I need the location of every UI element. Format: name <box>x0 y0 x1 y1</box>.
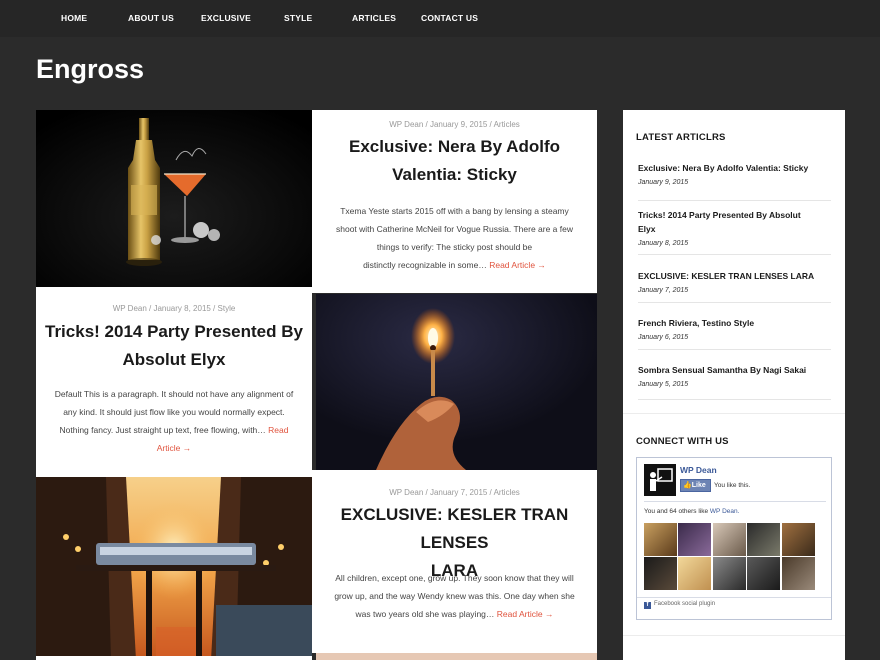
excerpt-line: Default This is a paragraph. It should n… <box>54 389 294 399</box>
title-part[interactable]: Elyx <box>638 224 656 234</box>
nav-home[interactable]: HOME <box>61 13 87 23</box>
fan-avatar[interactable] <box>782 523 815 556</box>
latest-article-date: January 9, 2015 <box>638 179 689 186</box>
nav-articles[interactable]: ARTICLES <box>352 13 396 23</box>
read-more-link[interactable]: Read Article → <box>489 260 546 270</box>
fan-avatar[interactable] <box>713 523 746 556</box>
post-title[interactable]: Exclusive: Nera By Adolfo Valentia: Stic… <box>322 133 587 189</box>
top-navigation: HOME ABOUT US EXCLUSIVE STYLE ARTICLES C… <box>0 0 880 37</box>
excerpt-line: Txema Yeste starts 2015 off with a bang … <box>340 206 569 216</box>
latest-article-date: January 5, 2015 <box>638 381 689 388</box>
latest-article-item[interactable]: Tricks! 2014 Party Presented By Absolut E… <box>638 208 831 255</box>
latest-article-title[interactable]: Sombra Sensual Samantha By Nagi Sakai <box>638 363 831 377</box>
latest-article-item[interactable]: French Riviera, Testino Style January 6,… <box>638 316 831 350</box>
post-meta: WP Dean / January 9, 2015 / Articles <box>389 120 520 129</box>
post-meta: WP Dean / January 8, 2015 / Style <box>112 304 236 313</box>
post-card-1: WP Dean / January 9, 2015 / Articles Exc… <box>312 110 597 293</box>
nav-contact-us[interactable]: CONTACT US <box>421 13 478 23</box>
excerpt-line: Article → <box>44 439 304 457</box>
latest-article-title[interactable]: French Riviera, Testino Style <box>638 316 831 330</box>
read-more-link[interactable]: Article → <box>157 443 191 453</box>
post-image-match[interactable] <box>316 294 597 470</box>
excerpt-line: distinctly recognizable in some… Read Ar… <box>322 256 587 274</box>
latest-article-title[interactable]: Exclusive: Nera By Adolfo Valentia: Stic… <box>638 161 831 175</box>
like-thumb-icon: 👍 <box>683 482 692 489</box>
latest-article-date: January 8, 2015 <box>638 240 689 247</box>
latest-article-item[interactable]: EXCLUSIVE: KESLER TRAN LENSES LARA Janua… <box>638 269 831 303</box>
page-link[interactable]: WP Dean. <box>710 508 740 515</box>
excerpt-line: was two years old she was playing… Read … <box>320 605 589 623</box>
latest-article-item[interactable]: Exclusive: Nera By Adolfo Valentia: Stic… <box>638 161 831 201</box>
fan-avatar[interactable] <box>644 557 677 590</box>
latest-article-date: January 6, 2015 <box>638 334 689 341</box>
post-title[interactable]: Tricks! 2014 Party Presented By Absolut … <box>40 318 308 374</box>
nav-exclusive[interactable]: EXCLUSIVE <box>201 13 251 23</box>
facebook-widget: WP Dean 👍Like You like this. You and 64 … <box>636 457 832 620</box>
excerpt-text: was two years old she was playing… <box>355 609 495 619</box>
post-title-line[interactable]: Valentia: Sticky <box>322 161 587 189</box>
excerpt-line: grow up, and the way Wendy knew was this… <box>334 591 575 601</box>
bottle-cocktail-image <box>36 110 312 287</box>
presenter-icon <box>644 464 676 496</box>
fan-avatar[interactable] <box>747 523 780 556</box>
like-label: Like <box>691 482 706 489</box>
post-card-3: WP Dean / January 7, 2015 / Articles EXC… <box>312 470 597 653</box>
latest-article-title[interactable]: EXCLUSIVE: KESLER TRAN LENSES LARA <box>638 269 831 283</box>
nav-about-us[interactable]: ABOUT US <box>128 13 174 23</box>
facebook-icon: f <box>644 602 651 609</box>
excerpt-text: distinctly recognizable in some… <box>363 260 487 270</box>
excerpt-line: shoot with Catherine McNeil for Vogue Ru… <box>335 224 574 234</box>
excerpt-line: any kind. It should just flow like you w… <box>63 407 285 417</box>
latest-article-title[interactable]: Tricks! 2014 Party Presented By Absolut E… <box>638 208 831 236</box>
match-image <box>316 294 597 470</box>
excerpt-text: Nothing fancy. Just straight up text, fr… <box>59 425 266 435</box>
post-image-next <box>316 653 597 660</box>
post-excerpt: All children, except one, grow up. They … <box>320 569 589 623</box>
post-excerpt: Default This is a paragraph. It should n… <box>44 385 304 457</box>
fan-avatar[interactable] <box>644 523 677 556</box>
excerpt-line: things to verify: The sticky post should… <box>376 242 533 252</box>
post-excerpt: Txema Yeste starts 2015 off with a bang … <box>322 202 587 274</box>
post-1-image[interactable] <box>36 110 312 287</box>
title-part[interactable]: Tricks! 2014 Party Presented By Absolut <box>638 210 801 220</box>
fan-avatar[interactable] <box>747 557 780 590</box>
others-text: You and 64 others like <box>644 508 710 515</box>
post-3-image[interactable] <box>36 477 312 660</box>
read-more-link[interactable]: Read <box>268 425 288 435</box>
post-title-line[interactable]: Absolut Elyx <box>40 346 308 374</box>
read-more-link[interactable]: Read Article → <box>497 609 554 619</box>
city-train-image <box>36 477 312 660</box>
divider <box>637 597 831 598</box>
connect-heading: CONNECT WITH US <box>636 436 729 447</box>
latest-article-date: January 7, 2015 <box>638 287 689 294</box>
fan-avatar[interactable] <box>713 557 746 590</box>
plugin-text: Facebook social plugin <box>654 601 716 607</box>
widget-divider <box>623 635 845 636</box>
latest-article-item[interactable]: Sombra Sensual Samantha By Nagi Sakai Ja… <box>638 363 831 400</box>
post-title-line[interactable]: Exclusive: Nera By Adolfo <box>322 133 587 161</box>
divider <box>644 501 826 502</box>
excerpt-line: All children, except one, grow up. They … <box>335 573 574 583</box>
facebook-plugin-label[interactable]: f Facebook social plugin <box>644 601 715 609</box>
fan-avatar[interactable] <box>678 523 711 556</box>
post-card-2: WP Dean / January 8, 2015 / Style Tricks… <box>36 287 312 477</box>
post-meta: WP Dean / January 7, 2015 / Articles <box>389 488 520 497</box>
others-like-text: You and 64 others like WP Dean. <box>644 508 739 515</box>
like-button[interactable]: 👍Like <box>680 479 711 492</box>
fan-avatar[interactable] <box>782 557 815 590</box>
page-name-link[interactable]: WP Dean <box>680 465 717 475</box>
post-title-line[interactable]: Tricks! 2014 Party Presented By <box>40 318 308 346</box>
fan-avatar[interactable] <box>678 557 711 590</box>
latest-articles-heading: LATEST ARTICLRS <box>636 132 726 143</box>
you-like-text: You like this. <box>714 482 751 489</box>
post-title-line[interactable]: EXCLUSIVE: KESLER TRAN LENSES <box>314 501 595 557</box>
post-card-next <box>36 656 312 660</box>
nav-style[interactable]: STYLE <box>284 13 312 23</box>
sidebar: LATEST ARTICLRS Exclusive: Nera By Adolf… <box>623 110 845 660</box>
excerpt-line: Nothing fancy. Just straight up text, fr… <box>44 421 304 439</box>
site-title[interactable]: Engross <box>36 54 144 85</box>
widget-divider <box>623 413 845 414</box>
page-avatar[interactable] <box>644 464 676 496</box>
